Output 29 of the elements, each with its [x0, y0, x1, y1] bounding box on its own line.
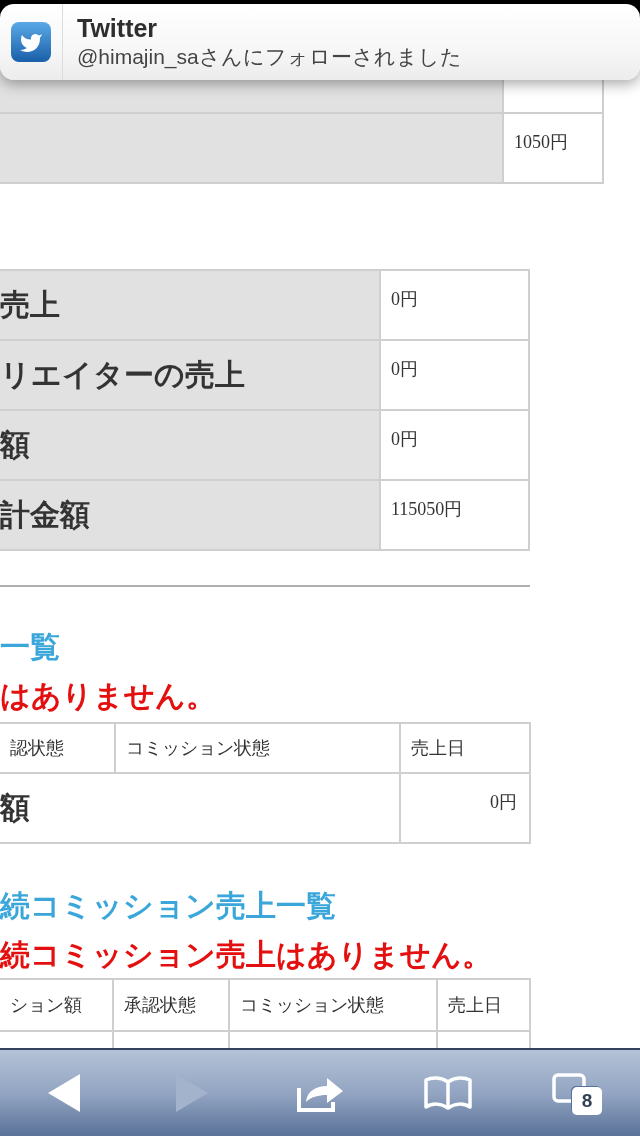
column-header: 売上日 [437, 979, 530, 1031]
table-cell: 額 [0, 410, 380, 480]
table-cell: 売上 [0, 270, 380, 340]
column-header: コミッション状態 [229, 979, 437, 1031]
table-cell: 0円 [380, 270, 529, 340]
column-header: コミッション状態 [115, 723, 400, 773]
table-cell: 0円 [400, 773, 530, 843]
tabs-button[interactable]: 8 [544, 1067, 608, 1119]
section-heading: 一覧 [0, 629, 60, 665]
table-cell: 1050円 [503, 113, 603, 183]
table-cell: 計金額 [0, 480, 380, 550]
table-cell: 115050円 [380, 480, 529, 550]
column-header: 売上日 [400, 723, 530, 773]
table-cell: 0円 [380, 340, 529, 410]
column-header: ション額 [0, 979, 113, 1031]
column-header: 認状態 [0, 723, 115, 773]
column-header: 承認状態 [113, 979, 229, 1031]
table-cell: 額 [0, 773, 400, 843]
empty-notice: 続コミッション売上はありません。 [0, 937, 492, 973]
table-cell: リエイターの売上 [0, 340, 380, 410]
notification-message: @himajin_saさんにフォローされました [77, 44, 462, 70]
table-cell: 0円 [380, 410, 529, 480]
notification-banner[interactable]: Twitter @himajin_saさんにフォローされました [0, 4, 640, 80]
notification-title: Twitter [77, 14, 159, 42]
back-arrow-icon [48, 1074, 80, 1112]
section-heading: 続コミッション売上一覧 [0, 888, 336, 924]
bird-icon [11, 22, 51, 62]
book-icon [424, 1076, 472, 1110]
empty-notice: はありません。 [0, 678, 216, 714]
